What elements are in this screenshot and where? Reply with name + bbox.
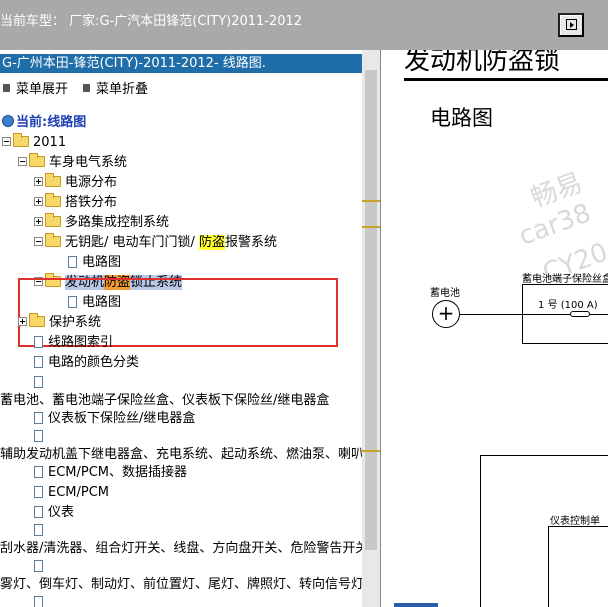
tree-node-lights[interactable]: 雾灯、倒车灯、制动灯、前位置灯、尾灯、牌照灯、转向信号灯 [0, 576, 362, 594]
document-icon [34, 524, 43, 536]
folder-icon [13, 133, 29, 147]
document-icon [34, 486, 43, 498]
tree-node-protection[interactable]: 保护系统 [18, 313, 101, 332]
tree-node-power-distribution[interactable]: 电源分布 [34, 173, 117, 192]
panel-toggle-button[interactable] [558, 13, 584, 37]
collapse-all-button[interactable]: 菜单折叠 [96, 82, 148, 97]
document-icon [34, 466, 43, 478]
panel-toggle-icon [566, 19, 577, 30]
fuse-label: 1 号 (100 A) [538, 300, 598, 311]
tree-node-doc-icon-row[interactable] [34, 522, 48, 540]
document-icon [34, 596, 43, 607]
folder-icon [29, 313, 45, 327]
tree-node-ecm[interactable]: ECM/PCM [34, 484, 109, 502]
collapse-icon[interactable] [18, 157, 27, 166]
tree-node-doc-icon-row[interactable] [34, 558, 48, 576]
folder-icon [45, 193, 61, 207]
square-icon [3, 84, 10, 92]
tree-node-circuit-diagram-1[interactable]: 电路图 [68, 254, 121, 272]
document-icon [34, 430, 43, 442]
tree-node-wire-colors[interactable]: 电路的颜色分类 [34, 354, 139, 372]
tree-header: G-广州本田-锋范(CITY)-2011-2012- 线路图. [0, 54, 362, 73]
tree-node-ground-distribution[interactable]: 搭铁分布 [34, 193, 117, 212]
document-icon [34, 336, 43, 348]
document-icon [34, 356, 43, 368]
document-icon [34, 560, 43, 572]
expand-icon[interactable] [18, 317, 27, 326]
tree-scrollbar[interactable] [362, 50, 380, 607]
tree-node-battery-fuse[interactable]: 蓄电池、蓄电池端子保险丝盒、仪表板下保险丝/继电器盒 [0, 392, 329, 410]
blue-tab [394, 603, 438, 607]
title-bar: 当前车型： 厂家:G-广汽本田锋范(CITY)2011-2012 [0, 0, 608, 50]
tree-panel: G-广州本田-锋范(CITY)-2011-2012- 线路图. 菜单展开 菜单折叠… [0, 50, 362, 607]
wire [590, 314, 608, 315]
tree-node-body-electrical[interactable]: 车身电气系统 [18, 153, 127, 172]
current-node[interactable]: 当前:线路图 [2, 114, 86, 132]
expand-icon[interactable] [34, 177, 43, 186]
document-title: 发动机防盗锁 [404, 50, 561, 76]
tree-node-year[interactable]: 2011 [2, 133, 66, 152]
document-icon [68, 256, 77, 268]
expand-icon[interactable] [34, 217, 43, 226]
battery-symbol: + [432, 300, 460, 328]
tree-node-gauges[interactable]: 仪表 [34, 504, 74, 522]
tree-node-wiper[interactable]: 刮水器/清洗器、组合灯开关、线盘、方向盘开关、危险警告开关 [0, 540, 362, 558]
tree-node-doc-icon-row[interactable] [34, 428, 48, 446]
folder-icon [45, 173, 61, 187]
collapse-icon[interactable] [2, 137, 11, 146]
tree-node-aux-relay[interactable]: 辅助发动机盖下继电器盒、充电系统、起动系统、燃油泵、喇叭 [0, 446, 362, 464]
folder-icon [45, 213, 61, 227]
battery-label: 蓄电池 [430, 288, 460, 299]
current-label: 当前:线路图 [16, 115, 87, 130]
wire [460, 314, 522, 315]
tree-node-ecm-dlc[interactable]: ECM/PCM、数据插接器 [34, 464, 187, 482]
document-subtitle: 电路图 [430, 106, 493, 130]
scrollbar-thumb[interactable] [365, 70, 377, 550]
expand-icon[interactable] [34, 197, 43, 206]
tree-node-circuit-index[interactable]: 线路图索引 [34, 334, 113, 352]
wire [522, 314, 570, 315]
viewer-border [380, 50, 381, 607]
dash-control-label: 仪表控制单 [550, 516, 600, 527]
tree-node-dash-fuse[interactable]: 仪表板下保险丝/继电器盒 [34, 410, 195, 428]
menu-toolbar: 菜单展开 菜单折叠 [0, 78, 160, 97]
document-icon [34, 376, 43, 388]
title-rule [404, 78, 608, 81]
scroll-marker [362, 226, 380, 228]
folder-icon [45, 233, 61, 247]
scroll-marker [362, 450, 380, 452]
fuse-symbol [570, 311, 590, 317]
document-icon [34, 506, 43, 518]
tree-node-multiplex[interactable]: 多路集成控制系统 [34, 213, 169, 232]
collapse-icon[interactable] [34, 237, 43, 246]
globe-icon [2, 115, 14, 127]
fuse-box-label: 蓄电池端子保险丝盒 [522, 274, 608, 285]
tree-node-doc-icon-row[interactable] [34, 594, 48, 607]
square-icon [83, 84, 91, 92]
folder-icon [29, 153, 45, 167]
document-icon [34, 412, 43, 424]
tree-node-doc-icon-row[interactable] [34, 374, 48, 392]
scroll-marker [362, 200, 380, 202]
expand-all-button[interactable]: 菜单展开 [16, 82, 68, 97]
vehicle-title: 当前车型： 厂家:G-广汽本田锋范(CITY)2011-2012 [0, 14, 303, 29]
tree-node-keyless-alarm[interactable]: 无钥匙/ 电动车门门锁/ 防盗报警系统 [34, 233, 277, 252]
document-viewer: 发动机防盗锁 电路图 畅易 car38 CY20 蓄电池 + 蓄电池端子保险丝盒… [380, 50, 608, 607]
dash-control-unit [548, 526, 608, 607]
